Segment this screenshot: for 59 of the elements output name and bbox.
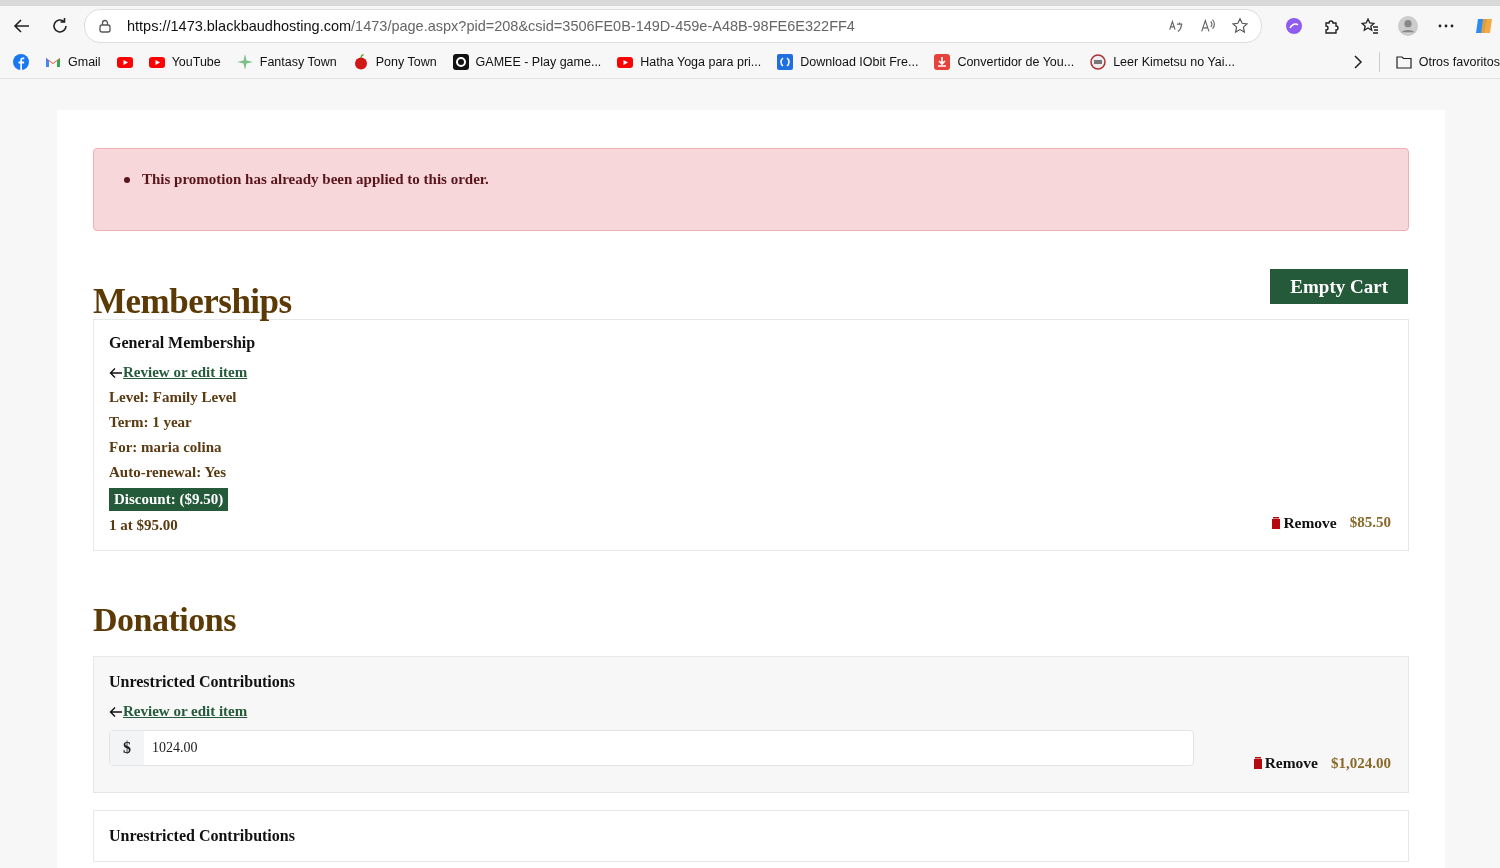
profile-icon[interactable] — [1398, 16, 1418, 36]
alert-message: This promotion has already been applied to this order. — [142, 171, 489, 188]
item-detail: Term: 1 year — [109, 414, 193, 431]
sparkle-icon — [236, 54, 253, 70]
extension-icon[interactable] — [1284, 16, 1304, 36]
bookmark[interactable]: GAMEE - Play game... — [452, 54, 602, 70]
arrow-left-icon — [109, 705, 123, 718]
empty-cart-button[interactable]: Empty Cart — [1270, 269, 1408, 304]
copilot-icon[interactable] — [1474, 16, 1494, 36]
folder-icon — [1395, 54, 1412, 70]
favorites-icon[interactable] — [1360, 16, 1380, 36]
bookmark-folder[interactable]: Otros favoritos — [1395, 54, 1500, 70]
review-edit-link[interactable]: Review or edit item — [123, 703, 248, 720]
section-heading: Memberships — [93, 282, 292, 322]
logo-icon — [777, 54, 794, 70]
reload-icon[interactable] — [50, 16, 70, 36]
url-text: https://1473.blackbaudhosting.com/1473/page.aspx?pid=208&csid=3506FE0B-149D-459e-A48B-98FE6E322FF4 — [127, 18, 856, 34]
item-price: $85.50 — [1349, 514, 1391, 531]
item-title: Unrestricted Contributions — [109, 673, 296, 691]
item-detail: For: maria colina — [109, 439, 223, 456]
bookmark[interactable]: Gmail — [45, 54, 101, 70]
star-icon[interactable] — [1231, 17, 1249, 35]
currency-label: $ — [110, 731, 144, 765]
remove-link[interactable]: Remove — [1272, 513, 1337, 532]
amount-field[interactable]: $ 1024.00 — [109, 730, 1194, 766]
bookmark-icon[interactable] — [116, 54, 133, 70]
trash-icon — [1272, 516, 1281, 529]
bookmark[interactable]: Pony Town — [352, 54, 437, 70]
translate-icon[interactable] — [1167, 17, 1185, 35]
chevron-right-icon[interactable] — [1352, 54, 1363, 70]
bookmark[interactable]: Download IObit Fre... — [777, 54, 919, 70]
download-icon — [934, 54, 951, 70]
item-price: $1,024.00 — [1331, 754, 1391, 772]
bookmark[interactable]: Convertidor de You... — [934, 54, 1075, 70]
bookmark[interactable]: Hatha Yoga para pri... — [617, 54, 762, 70]
ring-icon — [452, 54, 469, 70]
bookmark[interactable]: Leer Kimetsu no Yai... — [1090, 54, 1235, 70]
review-edit-link[interactable]: Review or edit item — [123, 364, 248, 381]
item-detail: Auto-renewal: Yes — [109, 464, 228, 481]
lock-icon — [97, 18, 113, 34]
arrow-left-icon — [109, 366, 123, 379]
discount-badge: Discount: ($9.50) — [109, 488, 229, 511]
play-icon — [617, 54, 634, 70]
apple-icon — [352, 54, 369, 70]
address-bar[interactable]: https://1473.blackbaudhosting.com/1473/page.aspx?pid=208&csid=3506FE0B-149D-459e-A48B-98FE6E322FF4 — [84, 9, 1262, 43]
trash-icon — [1253, 757, 1262, 769]
item-title: Unrestricted Contributions — [109, 827, 296, 845]
read-aloud-icon[interactable] — [1199, 17, 1217, 35]
play-icon — [148, 54, 165, 70]
section-heading: Donations — [93, 601, 237, 639]
remove-link[interactable]: Remove — [1253, 754, 1318, 772]
item-title: General Membership — [109, 334, 257, 352]
bookmark[interactable]: Fantasy Town — [236, 54, 337, 70]
bullet-icon — [124, 176, 130, 183]
bookmark[interactable]: YouTube — [148, 54, 221, 70]
item-detail: Level: Family Level — [109, 389, 238, 406]
quantity-text: 1 at $95.00 — [109, 517, 178, 534]
bookmark-icon[interactable] — [13, 54, 29, 70]
badge-icon — [1090, 54, 1107, 70]
